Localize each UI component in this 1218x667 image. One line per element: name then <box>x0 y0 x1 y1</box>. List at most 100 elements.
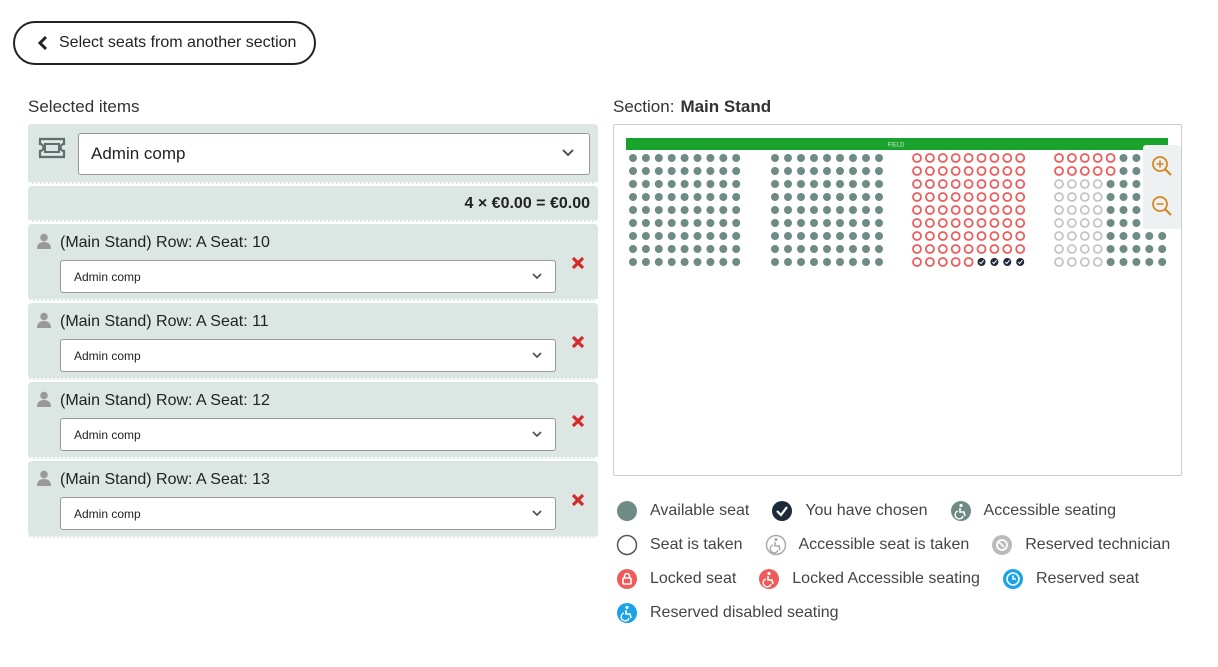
available-seat[interactable] <box>875 193 883 201</box>
available-seat[interactable] <box>797 180 805 188</box>
available-seat[interactable] <box>654 219 663 227</box>
available-seat[interactable] <box>1106 206 1115 214</box>
seat-ticket-select[interactable]: Admin comp <box>60 497 556 530</box>
available-seat[interactable] <box>1106 258 1115 266</box>
seat-ticket-select[interactable]: Admin comp <box>60 260 556 293</box>
seat-map[interactable]: FIELD <box>613 124 1182 476</box>
available-seat[interactable] <box>732 219 741 227</box>
available-seat[interactable] <box>680 167 689 175</box>
available-seat[interactable] <box>732 206 741 214</box>
available-seat[interactable] <box>849 206 857 214</box>
available-seat[interactable] <box>719 219 728 227</box>
available-seat[interactable] <box>667 167 676 175</box>
available-seat[interactable] <box>680 206 689 214</box>
available-seat[interactable] <box>1132 245 1141 253</box>
available-seat[interactable] <box>641 258 650 266</box>
available-seat[interactable] <box>1119 258 1128 266</box>
available-seat[interactable] <box>849 258 857 266</box>
available-seat[interactable] <box>875 167 883 175</box>
available-seat[interactable] <box>875 258 883 266</box>
available-seat[interactable] <box>810 154 818 162</box>
available-seat[interactable] <box>719 258 728 266</box>
available-seat[interactable] <box>654 154 663 162</box>
available-seat[interactable] <box>680 193 689 201</box>
available-seat[interactable] <box>641 180 650 188</box>
seat-grid[interactable] <box>629 153 1167 267</box>
available-seat[interactable] <box>693 206 702 214</box>
available-seat[interactable] <box>797 154 805 162</box>
available-seat[interactable] <box>706 245 715 253</box>
available-seat[interactable] <box>667 232 676 240</box>
available-seat[interactable] <box>706 180 715 188</box>
ticket-type-select[interactable]: Admin comp <box>78 133 590 175</box>
available-seat[interactable] <box>797 219 805 227</box>
available-seat[interactable] <box>810 232 818 240</box>
available-seat[interactable] <box>823 245 831 253</box>
available-seat[interactable] <box>875 154 883 162</box>
available-seat[interactable] <box>732 245 741 253</box>
available-seat[interactable] <box>629 245 637 253</box>
available-seat[interactable] <box>771 245 779 253</box>
chosen-seat[interactable] <box>977 258 986 266</box>
back-to-sections-button[interactable]: Select seats from another section <box>13 21 316 65</box>
available-seat[interactable] <box>641 206 650 214</box>
available-seat[interactable] <box>719 154 728 162</box>
available-seat[interactable] <box>862 258 870 266</box>
available-seat[interactable] <box>862 206 870 214</box>
available-seat[interactable] <box>629 154 637 162</box>
available-seat[interactable] <box>771 154 779 162</box>
available-seat[interactable] <box>784 219 792 227</box>
available-seat[interactable] <box>875 219 883 227</box>
available-seat[interactable] <box>680 245 689 253</box>
available-seat[interactable] <box>1158 245 1167 253</box>
available-seat[interactable] <box>1106 232 1115 240</box>
available-seat[interactable] <box>641 245 650 253</box>
available-seat[interactable] <box>797 232 805 240</box>
available-seat[interactable] <box>1132 232 1141 240</box>
available-seat[interactable] <box>629 258 637 266</box>
available-seat[interactable] <box>1119 167 1128 175</box>
available-seat[interactable] <box>732 193 741 201</box>
available-seat[interactable] <box>1132 258 1141 266</box>
available-seat[interactable] <box>849 219 857 227</box>
available-seat[interactable] <box>771 206 779 214</box>
available-seat[interactable] <box>823 258 831 266</box>
available-seat[interactable] <box>784 258 792 266</box>
available-seat[interactable] <box>1132 154 1141 162</box>
available-seat[interactable] <box>823 180 831 188</box>
available-seat[interactable] <box>1119 180 1128 188</box>
zoom-out-icon[interactable] <box>1151 195 1173 217</box>
available-seat[interactable] <box>1132 219 1141 227</box>
available-seat[interactable] <box>797 193 805 201</box>
available-seat[interactable] <box>875 206 883 214</box>
available-seat[interactable] <box>875 245 883 253</box>
available-seat[interactable] <box>836 245 844 253</box>
available-seat[interactable] <box>784 245 792 253</box>
available-seat[interactable] <box>823 232 831 240</box>
available-seat[interactable] <box>667 154 676 162</box>
available-seat[interactable] <box>732 258 741 266</box>
available-seat[interactable] <box>667 180 676 188</box>
available-seat[interactable] <box>797 258 805 266</box>
available-seat[interactable] <box>836 232 844 240</box>
available-seat[interactable] <box>836 258 844 266</box>
remove-seat-icon[interactable] <box>571 256 585 270</box>
available-seat[interactable] <box>771 258 779 266</box>
available-seat[interactable] <box>1119 245 1128 253</box>
available-seat[interactable] <box>823 206 831 214</box>
available-seat[interactable] <box>1132 193 1141 201</box>
available-seat[interactable] <box>629 219 637 227</box>
available-seat[interactable] <box>629 232 637 240</box>
chosen-seat[interactable] <box>990 258 999 266</box>
available-seat[interactable] <box>771 232 779 240</box>
available-seat[interactable] <box>1106 245 1115 253</box>
available-seat[interactable] <box>680 219 689 227</box>
available-seat[interactable] <box>706 154 715 162</box>
available-seat[interactable] <box>771 193 779 201</box>
available-seat[interactable] <box>784 232 792 240</box>
available-seat[interactable] <box>629 180 637 188</box>
available-seat[interactable] <box>719 180 728 188</box>
available-seat[interactable] <box>693 193 702 201</box>
available-seat[interactable] <box>862 245 870 253</box>
remove-seat-icon[interactable] <box>571 335 585 349</box>
